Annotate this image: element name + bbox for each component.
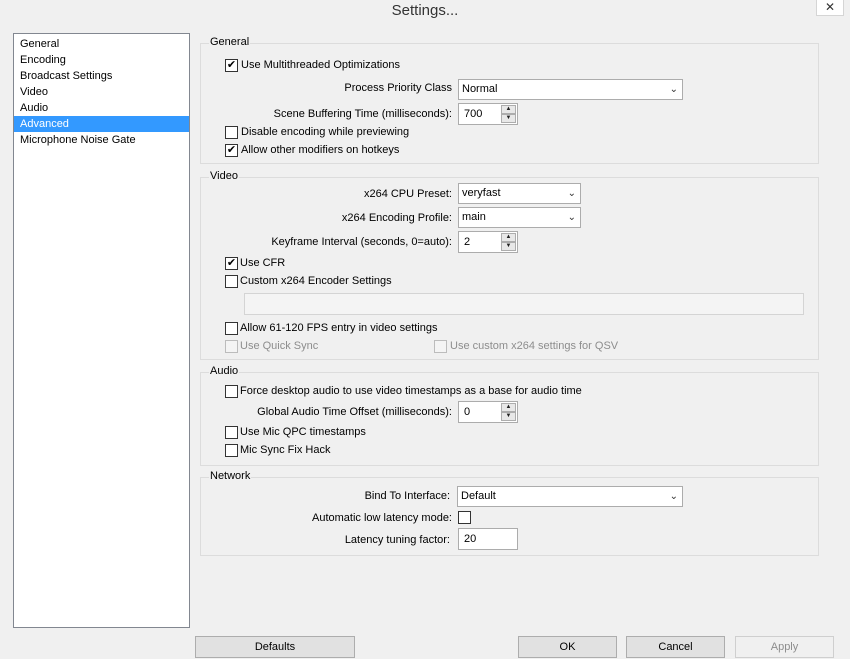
- spin-down-icon[interactable]: ▼: [501, 114, 516, 123]
- nav-item-broadcast-settings[interactable]: Broadcast Settings: [14, 68, 189, 84]
- mic-qpc-label: Use Mic QPC timestamps: [240, 426, 366, 438]
- close-button[interactable]: ✕: [816, 0, 844, 16]
- spin-up-icon[interactable]: ▲: [501, 233, 516, 242]
- close-icon: ✕: [824, 0, 836, 14]
- buffering-label: Scene Buffering Time (milliseconds):: [273, 108, 452, 120]
- disable-preview-label: Disable encoding while previewing: [241, 126, 410, 138]
- check-icon: ✔: [226, 144, 237, 156]
- nav-item-microphone-noise-gate[interactable]: Microphone Noise Gate: [14, 132, 189, 148]
- multithreaded-checkbox[interactable]: ✔: [225, 59, 238, 72]
- latency-factor-input[interactable]: 20: [458, 528, 518, 550]
- nav-item-audio[interactable]: Audio: [14, 100, 189, 116]
- priority-value: Normal: [462, 83, 498, 95]
- keyframe-spinbox[interactable]: 2 ▲ ▼: [458, 231, 518, 253]
- custom-x264-settings-field[interactable]: [244, 293, 804, 315]
- cancel-button[interactable]: Cancel: [626, 636, 725, 658]
- fps-entry-checkbox[interactable]: [225, 322, 238, 335]
- network-group: Network Bind To Interface: Default ⌄ Aut…: [200, 470, 819, 556]
- buffering-value: 700: [464, 108, 483, 120]
- buffering-spinbox[interactable]: 700 ▲ ▼: [458, 103, 518, 125]
- chevron-down-icon: ⌄: [567, 212, 576, 223]
- audio-group-title: Audio: [209, 365, 240, 377]
- nav-item-encoding[interactable]: Encoding: [14, 52, 189, 68]
- priority-label: Process Priority Class: [344, 82, 452, 94]
- preset-label: x264 CPU Preset:: [363, 188, 452, 200]
- bind-interface-value: Default: [461, 490, 496, 502]
- qsv-custom-label: Use custom x264 settings for QSV: [450, 340, 619, 352]
- keyframe-value: 2: [464, 236, 471, 248]
- window-title: Settings...: [391, 2, 459, 19]
- spin-down-icon[interactable]: ▼: [501, 412, 516, 421]
- custom-x264-label: Custom x264 Encoder Settings: [240, 275, 392, 287]
- fps-entry-label: Allow 61-120 FPS entry in video settings: [240, 322, 438, 334]
- quick-sync-checkbox[interactable]: [225, 340, 238, 353]
- apply-button[interactable]: Apply: [735, 636, 834, 658]
- defaults-button[interactable]: Defaults: [195, 636, 355, 658]
- qsv-custom-checkbox[interactable]: [434, 340, 447, 353]
- nav-item-advanced[interactable]: Advanced: [14, 116, 189, 132]
- offset-spinbox[interactable]: 0 ▲ ▼: [458, 401, 518, 423]
- nav-item-general[interactable]: General: [14, 36, 189, 52]
- spin-down-icon[interactable]: ▼: [501, 242, 516, 251]
- profile-value: main: [462, 211, 486, 223]
- check-icon: ✔: [226, 59, 237, 71]
- video-group: Video x264 CPU Preset: veryfast ⌄ x264 E…: [200, 170, 819, 360]
- chevron-down-icon: ⌄: [669, 491, 678, 502]
- modifiers-checkbox[interactable]: ✔: [225, 144, 238, 157]
- preset-select[interactable]: veryfast ⌄: [458, 183, 581, 204]
- preset-value: veryfast: [462, 187, 501, 199]
- custom-x264-checkbox[interactable]: [225, 275, 238, 288]
- cfr-checkbox[interactable]: ✔: [225, 257, 238, 270]
- chevron-down-icon: ⌄: [567, 188, 576, 199]
- latency-factor-label: Latency tuning factor:: [344, 534, 450, 546]
- settings-category-list[interactable]: General Encoding Broadcast Settings Vide…: [13, 33, 190, 628]
- modifiers-label: Allow other modifiers on hotkeys: [241, 144, 400, 156]
- general-group: General ✔ Use Multithreaded Optimization…: [200, 36, 819, 164]
- offset-value: 0: [464, 406, 471, 418]
- low-latency-label: Automatic low latency mode:: [311, 512, 452, 524]
- mic-qpc-checkbox[interactable]: [225, 426, 238, 439]
- spin-up-icon[interactable]: ▲: [501, 403, 516, 412]
- check-icon: ✔: [226, 257, 237, 269]
- force-desktop-checkbox[interactable]: [225, 385, 238, 398]
- bind-interface-label: Bind To Interface:: [364, 490, 450, 502]
- priority-select[interactable]: Normal ⌄: [458, 79, 683, 100]
- mic-sync-checkbox[interactable]: [225, 444, 238, 457]
- offset-label: Global Audio Time Offset (milliseconds):: [257, 406, 452, 418]
- bind-interface-select[interactable]: Default ⌄: [457, 486, 683, 507]
- profile-label: x264 Encoding Profile:: [341, 212, 452, 224]
- force-desktop-label: Force desktop audio to use video timesta…: [240, 385, 582, 397]
- disable-preview-checkbox[interactable]: [225, 126, 238, 139]
- low-latency-checkbox[interactable]: [458, 511, 471, 524]
- nav-item-video[interactable]: Video: [14, 84, 189, 100]
- cfr-label: Use CFR: [240, 257, 286, 269]
- audio-group: Audio Force desktop audio to use video t…: [200, 365, 819, 466]
- chevron-down-icon: ⌄: [669, 84, 678, 95]
- multithreaded-label: Use Multithreaded Optimizations: [241, 59, 400, 71]
- general-group-title: General: [209, 36, 251, 48]
- title-bar: Settings... ✕: [0, 0, 850, 24]
- spin-up-icon[interactable]: ▲: [501, 105, 516, 114]
- profile-select[interactable]: main ⌄: [458, 207, 581, 228]
- network-group-title: Network: [209, 470, 252, 482]
- quick-sync-label: Use Quick Sync: [240, 340, 319, 352]
- mic-sync-label: Mic Sync Fix Hack: [240, 444, 331, 456]
- ok-button[interactable]: OK: [518, 636, 617, 658]
- video-group-title: Video: [209, 170, 239, 182]
- keyframe-label: Keyframe Interval (seconds, 0=auto):: [271, 236, 452, 248]
